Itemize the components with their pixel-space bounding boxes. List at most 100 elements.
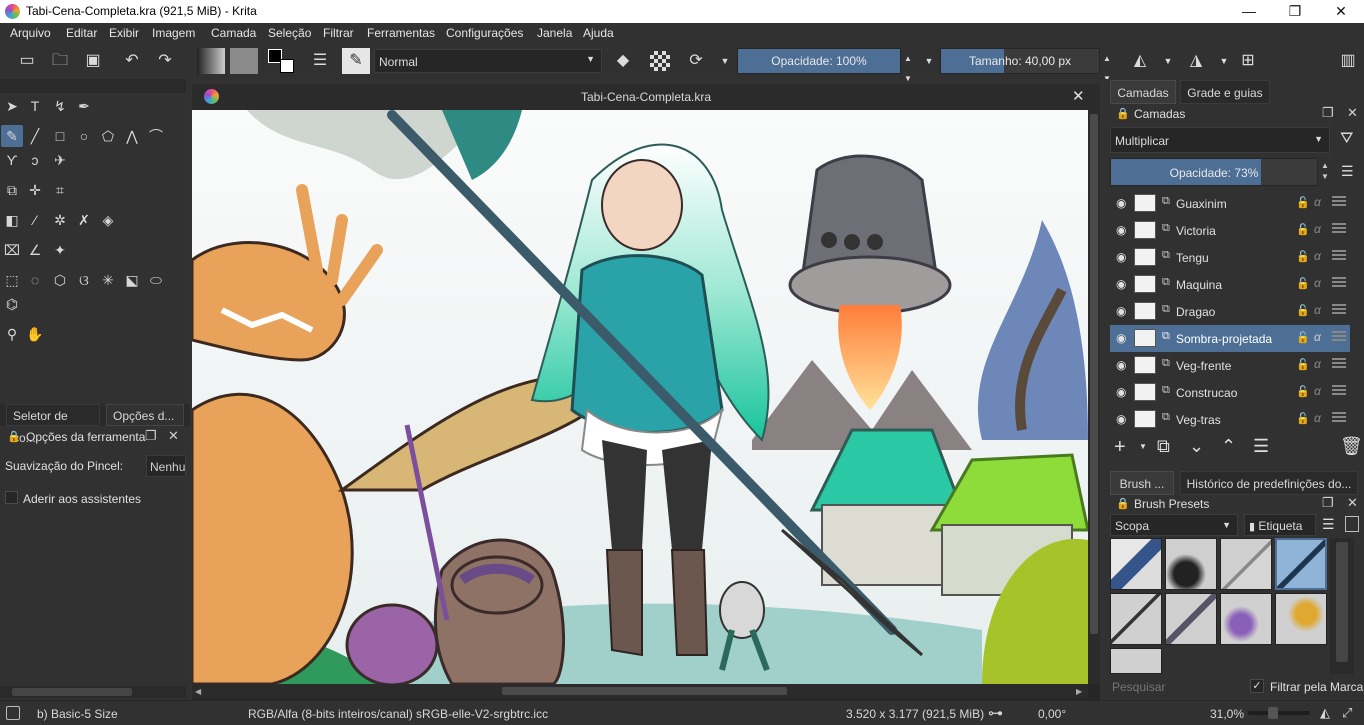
layer-lock-icon[interactable]: 🔓	[1296, 277, 1310, 290]
transform-tool-icon[interactable]: ⧉	[1, 179, 23, 201]
redo-icon[interactable]: ↷	[155, 51, 175, 71]
ellipse-tool-icon[interactable]: ○	[73, 125, 95, 147]
menu-selecao[interactable]: Seleção	[268, 26, 311, 40]
visibility-eye-icon[interactable]: ◉	[1116, 223, 1126, 237]
maximize-button[interactable]: ❐	[1272, 0, 1318, 23]
chevron-down-icon[interactable]: ▼	[1158, 51, 1178, 71]
layer-flags-icon[interactable]	[1332, 412, 1346, 424]
visibility-eye-icon[interactable]: ◉	[1116, 385, 1126, 399]
layer-flags-icon[interactable]	[1332, 250, 1346, 262]
tab-preset-history[interactable]: Histórico de predefinições do...	[1180, 471, 1358, 495]
delete-layer-icon[interactable]: 🗑	[1340, 436, 1363, 457]
smart-patch-icon[interactable]: ✲	[49, 209, 71, 231]
alpha-lock-icon[interactable]: α	[1314, 249, 1321, 263]
bezier-tool-icon[interactable]: ⌒	[145, 125, 167, 147]
select-shapes-icon[interactable]: ➤	[1, 95, 23, 117]
contiguous-select-icon[interactable]: ✳	[97, 269, 119, 291]
layer-opacity-slider[interactable]: Opacidade: 73%	[1110, 158, 1318, 186]
mirror-horizontal-icon[interactable]: ◭	[1130, 51, 1150, 71]
pattern-selector[interactable]	[230, 48, 258, 74]
menu-janela[interactable]: Janela	[537, 26, 572, 40]
smoothing-dropdown[interactable]: Nenhu	[146, 455, 186, 477]
undo-icon[interactable]: ↶	[122, 51, 142, 71]
visibility-eye-icon[interactable]: ◉	[1116, 412, 1126, 426]
zoom-fit-icon[interactable]: ◭	[1320, 705, 1330, 721]
layer-flags-icon[interactable]	[1332, 196, 1346, 208]
layer-row[interactable]: ◉ ⧉ Construcao 🔓 α	[1110, 379, 1350, 406]
layer-row[interactable]: ◉ ⧉ Veg-frente 🔓 α	[1110, 352, 1350, 379]
menu-exibir[interactable]: Exibir	[109, 26, 139, 40]
rectangle-tool-icon[interactable]: □	[49, 125, 71, 147]
layer-lock-icon[interactable]: 🔓	[1296, 250, 1310, 263]
opacity-stepper-icon[interactable]: ▲ ▼	[902, 49, 914, 83]
brush-preset-eraser[interactable]	[1110, 538, 1162, 590]
new-document-icon[interactable]: ▭	[17, 51, 37, 71]
menu-editar[interactable]: Editar	[66, 26, 97, 40]
size-slider[interactable]: Tamanho: 40,00 px	[940, 48, 1100, 74]
canvas-artwork[interactable]	[192, 110, 1088, 684]
alpha-lock-icon[interactable]: α	[1314, 384, 1321, 398]
tab-grid-guides[interactable]: Grade e guias	[1180, 80, 1270, 104]
alpha-lock-icon[interactable]: α	[1314, 303, 1321, 317]
layer-row[interactable]: ◉ ⧉ Maquina 🔓 α	[1110, 271, 1350, 298]
calligraphy-icon[interactable]: ✒	[73, 95, 95, 117]
canvas-horizontal-scrollbar[interactable]: ◀ ▶	[192, 684, 1088, 698]
chevron-down-icon[interactable]: ▼	[1139, 442, 1147, 451]
layer-lock-icon[interactable]: 🔓	[1296, 304, 1310, 317]
layer-flags-icon[interactable]	[1332, 304, 1346, 316]
layer-row[interactable]: ◉ ⧉ Veg-tras 🔓 α	[1110, 406, 1350, 433]
layer-lock-icon[interactable]: 🔓	[1296, 223, 1310, 236]
canvas-vertical-scrollbar[interactable]	[1088, 110, 1100, 684]
left-dock-scrollbar[interactable]	[0, 686, 186, 698]
close-window-button[interactable]: ✕	[1318, 0, 1364, 23]
background-color-swatch[interactable]	[280, 59, 294, 73]
color-picker-icon[interactable]: ⁄	[24, 209, 46, 231]
freehand-path-icon[interactable]: ϒ	[1, 149, 23, 171]
magnetic-select-icon[interactable]: ⌬	[1, 293, 23, 315]
filter-icon[interactable]: ⛛	[1340, 130, 1353, 148]
presets-scrollbar[interactable]	[1330, 538, 1354, 674]
float-panel-icon[interactable]: ❐	[1322, 495, 1334, 511]
layer-lock-icon[interactable]: 🔓	[1296, 196, 1310, 209]
layer-lock-icon[interactable]: 🔓	[1296, 358, 1310, 371]
brush-preset-blender[interactable]	[1110, 648, 1162, 674]
tab-brush[interactable]: Brush ...	[1110, 471, 1174, 495]
wrap-around-icon[interactable]: ⊞	[1238, 51, 1258, 71]
layer-opacity-stepper-icon[interactable]: ▲ ▼	[1321, 160, 1329, 182]
layer-lock-icon[interactable]: 🔓	[1296, 412, 1310, 425]
crop-tool-icon[interactable]: ⌗	[49, 179, 71, 201]
scroll-left-icon[interactable]: ◀	[195, 687, 201, 696]
lock-icon[interactable]: 🔒	[1116, 497, 1130, 510]
edit-shapes-icon[interactable]: ↯	[49, 95, 71, 117]
layer-lock-icon[interactable]: 🔓	[1296, 385, 1310, 398]
chevron-down-icon[interactable]: ▼	[1214, 51, 1234, 71]
close-document-icon[interactable]: ✕	[1072, 87, 1085, 105]
menu-ferramentas[interactable]: Ferramentas	[367, 26, 435, 40]
alpha-lock-icon[interactable]: α	[1314, 411, 1321, 425]
polygon-select-icon[interactable]: ⬡	[49, 269, 71, 291]
preset-search-input[interactable]	[1108, 676, 1240, 698]
layer-flags-icon[interactable]	[1332, 331, 1346, 343]
pan-tool-icon[interactable]: ✋	[24, 323, 46, 345]
lock-icon[interactable]: 🔒	[7, 430, 21, 443]
chevron-down-icon[interactable]: ▼	[715, 51, 735, 71]
fullscreen-icon[interactable]: ⤢	[1342, 705, 1352, 721]
measure-tool-icon[interactable]: ∠	[24, 239, 46, 261]
visibility-eye-icon[interactable]: ◉	[1116, 196, 1126, 210]
freehand-brush-icon[interactable]: ✎	[1, 125, 23, 147]
tab-color-selector[interactable]: Seletor de co...	[6, 404, 100, 445]
brush-preset-spray[interactable]	[1220, 593, 1272, 645]
menu-configuracoes[interactable]: Configurações	[446, 26, 523, 40]
presets-scroll-thumb[interactable]	[1336, 542, 1348, 662]
brush-settings-icon[interactable]: ☰	[310, 51, 330, 71]
layer-properties-icon[interactable]: ☰	[1253, 436, 1269, 457]
filter-tag-checkbox[interactable]: ✓	[1250, 679, 1264, 693]
layer-flags-icon[interactable]	[1332, 223, 1346, 235]
reference-images-icon[interactable]: ✦	[49, 239, 71, 261]
layer-blend-mode-dropdown[interactable]: Multiplicar ▼	[1110, 127, 1330, 153]
layer-row[interactable]: ◉ ⧉ Dragao 🔓 α	[1110, 298, 1350, 325]
left-dock-scroll-thumb[interactable]	[12, 688, 132, 696]
brush-preset-texture[interactable]	[1275, 593, 1327, 645]
layer-row[interactable]: ◉ ⧉ Guaxinim 🔓 α	[1110, 190, 1350, 217]
float-panel-icon[interactable]: ❐	[145, 428, 157, 444]
